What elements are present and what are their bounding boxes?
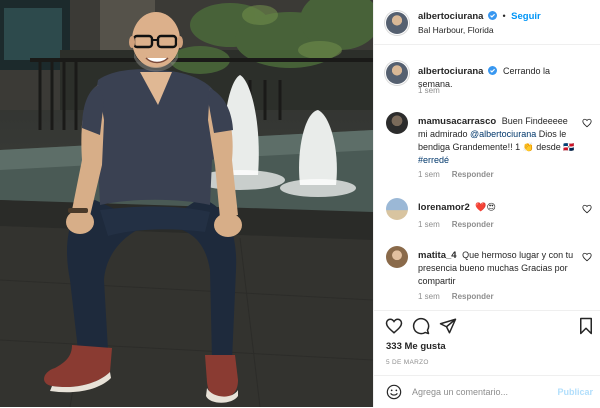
follow-button[interactable]: Seguir [511,11,541,22]
comment-username[interactable]: lorenamor2 [418,202,470,213]
comment-avatar[interactable] [386,198,408,220]
post-header: albertociurana • Seguir Bal Harbour, Flo… [374,0,600,45]
likes-count[interactable]: 333 Me gusta [386,341,446,352]
comment-avatar[interactable] [386,246,408,268]
post-actions: 333 Me gusta 5 DE MARZO Agrega un coment… [374,310,600,407]
comment-like-icon[interactable] [582,204,592,214]
comment-like-icon[interactable] [582,252,592,262]
comment-item: lorenamor2 ❤️😍 1 sem Responder [374,198,600,234]
comment-item: mamusacarrasco Buen Findeeeee mi admirad… [374,112,600,184]
comment-meta: 1 sem Responder [418,220,494,229]
comment-body: lorenamor2 ❤️😍 [418,201,579,214]
instagram-post: albertociurana • Seguir Bal Harbour, Flo… [0,0,600,407]
reply-button[interactable]: Responder [452,220,494,229]
add-comment-bar: Agrega un comentario... Publicar [374,375,600,408]
share-icon[interactable] [439,317,457,335]
like-heart-icon[interactable] [385,317,403,335]
caption-avatar[interactable] [386,62,408,84]
verified-badge-icon [487,11,497,20]
comment-time[interactable]: 1 sem [418,170,440,179]
publish-button[interactable]: Publicar [557,387,593,397]
comment-item: matita_4 Que hermoso lugar y con tu pres… [374,246,600,306]
verified-badge-icon [488,66,498,75]
comment-text: ❤️😍 [475,202,496,212]
post-side-panel: albertociurana • Seguir Bal Harbour, Flo… [373,0,600,407]
post-photo[interactable] [0,0,373,407]
emoji-icon[interactable] [386,384,402,400]
comment-time[interactable]: 1 sem [418,220,440,229]
reply-button[interactable]: Responder [452,170,494,179]
photo-illustration [0,0,373,407]
caption-body: albertociurana Cerrando la semana. [418,65,579,91]
comment-body: matita_4 Que hermoso lugar y con tu pres… [418,249,579,288]
author-line: albertociurana • Seguir [418,11,541,22]
caption-username[interactable]: albertociurana [418,66,483,77]
caption-time[interactable]: 1 sem [418,86,440,95]
comment-username[interactable]: matita_4 [418,250,457,261]
comment-body: mamusacarrasco Buen Findeeeee mi admirad… [418,115,579,167]
author-avatar[interactable] [386,12,408,34]
comments-list[interactable]: albertociurana Cerrando la semana. 1 sem… [374,46,600,310]
caption-meta: 1 sem [418,86,440,95]
author-username[interactable]: albertociurana [418,11,483,22]
post-date[interactable]: 5 DE MARZO [386,359,429,366]
comment-icon[interactable] [412,317,430,335]
comment-username[interactable]: mamusacarrasco [418,116,496,127]
comment-meta: 1 sem Responder [418,292,494,301]
reply-button[interactable]: Responder [452,292,494,301]
caption-item: albertociurana Cerrando la semana. 1 sem [374,62,600,102]
hashtag-link[interactable]: #erredé [418,155,449,165]
comment-like-icon[interactable] [582,118,592,128]
save-bookmark-icon[interactable] [577,317,595,335]
comment-time[interactable]: 1 sem [418,292,440,301]
comment-avatar[interactable] [386,112,408,134]
comment-meta: 1 sem Responder [418,170,494,179]
separator-dot: • [502,11,506,21]
mention-link[interactable]: @albertociurana [470,129,536,139]
comment-input[interactable]: Agrega un comentario... [412,387,508,397]
location-link[interactable]: Bal Harbour, Florida [418,25,494,35]
